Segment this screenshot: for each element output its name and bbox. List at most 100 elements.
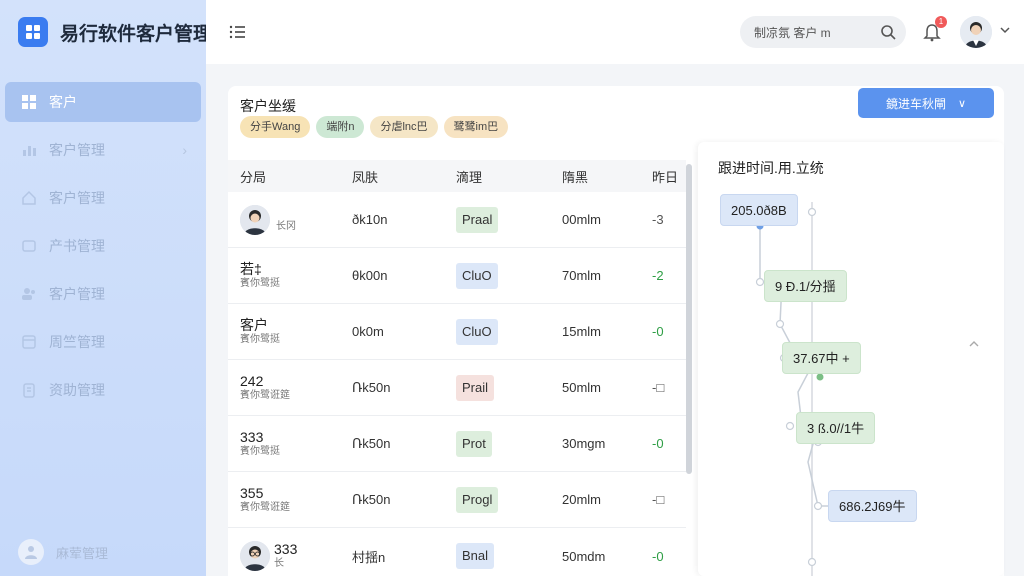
table-cell: Ռk50n <box>352 491 391 507</box>
trend-value: -2 <box>652 268 664 283</box>
sidebar-item-products[interactable]: 产书管理 <box>5 226 201 266</box>
column-header[interactable]: 隋黑 <box>552 167 648 186</box>
timeline-node[interactable]: 37.67中 + <box>782 342 861 374</box>
column-header[interactable]: 滴理 <box>444 167 552 186</box>
chevron-down-icon[interactable] <box>999 24 1011 36</box>
status-badge: CluO <box>456 262 498 289</box>
card-icon <box>22 240 36 252</box>
sidebar-item-funding[interactable]: 资助管理 <box>5 370 201 410</box>
chevron-up-icon[interactable] <box>968 338 980 350</box>
sidebar-item-weekly[interactable]: 周竺管理 <box>5 322 201 362</box>
table-cell: ðk10n <box>352 212 388 227</box>
column-header[interactable]: 分局 <box>228 167 340 186</box>
sidebar-item-customer-management-3[interactable]: 客户管理 <box>5 274 201 314</box>
table-scrollbar[interactable] <box>686 164 692 474</box>
row-subtitle: 賓你鹭诳筵 <box>240 501 290 513</box>
chevron-down-icon: ∨ <box>957 97 967 110</box>
grid-icon <box>22 95 36 109</box>
table-header: 分局 凤肤 滴理 隋黑 昨日 <box>228 160 686 192</box>
filter-tag[interactable]: 端附n <box>316 116 365 138</box>
table-row[interactable]: 333 賓你鹭挺 Ռk50n Prot 30mgm -0 <box>228 416 686 472</box>
row-name: 355 <box>240 484 264 501</box>
table-row[interactable]: 333 长 村揺n Bnal 50mdm -0 <box>228 528 686 576</box>
sidebar-user-label: 麻荤管理 <box>56 545 109 561</box>
sidebar-item-label: 客户 <box>49 94 77 110</box>
window-icon <box>22 335 36 349</box>
status-badge: Bnal <box>456 543 495 569</box>
user-icon <box>18 539 44 565</box>
row-name: 长冈 <box>276 220 296 232</box>
filter-tag[interactable]: 鹭鹭im巴 <box>443 116 509 138</box>
search-input[interactable]: 制凉氛 客户 m <box>740 16 906 48</box>
timeline-node[interactable]: 3 ß.0//1牛 <box>796 412 876 444</box>
sidebar-item-customers[interactable]: 客户 <box>5 82 201 122</box>
timeline-node[interactable]: 9 Ð.1/分揺 <box>764 270 847 302</box>
row-subtitle: 賓你鹭挺 <box>240 445 280 457</box>
table-cell: 15mlm <box>562 324 602 339</box>
sidebar-item-label: 客户管理 <box>49 142 105 158</box>
clipboard-icon <box>23 383 35 398</box>
sidebar-item-label: 产书管理 <box>49 238 105 254</box>
trend-value: -□ <box>652 492 665 507</box>
sidebar-nav: 客户 客户管理 › 客户管理 产书管理 客户管理 周竺管理 资助管理 <box>5 82 201 418</box>
brand: 易行软件客户管理 <box>18 16 212 48</box>
search-icon[interactable] <box>880 24 896 40</box>
filter-tag[interactable]: 分虐lnc巴 <box>370 116 438 138</box>
users-icon <box>22 288 35 300</box>
row-name: 242 <box>240 372 264 389</box>
table-cell: Ռk50n <box>352 435 391 451</box>
top-header: 制凉氛 客户 m 1 <box>206 0 1024 64</box>
action-button-label: 鏡进车秋閘 <box>885 96 946 111</box>
sidebar-item-label: 客户管理 <box>49 286 105 302</box>
sidebar-item-label: 资助管理 <box>49 382 105 398</box>
table-cell: 00mlm <box>562 212 602 227</box>
sidebar-item-label: 客户管理 <box>49 190 105 206</box>
filter-tag[interactable]: 分手Wang <box>240 116 311 138</box>
row-name: 333 <box>274 541 298 557</box>
search-input-text: 制凉氛 客户 m <box>754 25 831 40</box>
status-badge: Prаal <box>456 206 499 233</box>
table-cell: 0k0m <box>352 324 384 339</box>
home-icon <box>22 190 36 205</box>
status-badge: CluO <box>456 318 498 345</box>
filter-tags: 分手Wang 端附n 分虐lnc巴 鹭鹭im巴 <box>240 116 514 138</box>
brand-title: 易行软件客户管理 <box>60 23 213 45</box>
timeline-node[interactable]: 205.0ð8B <box>720 194 798 226</box>
chevron-right-icon: › <box>182 142 187 158</box>
chart-icon <box>23 146 36 156</box>
notification-badge: 1 <box>935 16 947 28</box>
table-row[interactable]: 若‡ 賓你鹭挺 θk00n CluO 70mlm -2 <box>228 248 686 304</box>
column-header[interactable]: 昨日 <box>648 167 686 186</box>
trend-value: -0 <box>652 436 664 451</box>
row-name: 客户 <box>240 316 268 333</box>
sidebar-item-customer-management-2[interactable]: 客户管理 <box>5 178 201 218</box>
table-cell: 50mlm <box>562 380 602 395</box>
row-subtitle: 长 <box>274 558 284 569</box>
trend-value: -0 <box>652 324 664 339</box>
row-subtitle: 賓你鹭挺 <box>240 333 280 345</box>
sidebar: 易行软件客户管理 客户 客户管理 › 客户管理 产书管理 客户管理 周竺管理 资… <box>0 0 212 576</box>
timeline-node[interactable]: 686.2J69牛 <box>828 490 917 522</box>
table-row[interactable]: 长冈 ðk10n Prаal 00mlm -3 <box>228 192 686 248</box>
table-row[interactable]: 355 賓你鹭诳筵 Ռk50n Progl 20mlm -□ <box>228 472 686 528</box>
sidebar-item-customer-management[interactable]: 客户管理 › <box>5 130 201 170</box>
avatar <box>240 541 270 571</box>
row-subtitle: 賓你鹭诳筵 <box>240 389 290 401</box>
trend-value: -0 <box>652 548 664 564</box>
trend-value: -□ <box>652 380 665 395</box>
table-row[interactable]: 客户 賓你鹭挺 0k0m CluO 15mlm -0 <box>228 304 686 360</box>
avatar[interactable] <box>960 16 992 48</box>
row-name: 333 <box>240 428 264 445</box>
table-cell: θk00n <box>352 268 388 283</box>
trend-value: -3 <box>652 212 664 227</box>
column-header[interactable]: 凤肤 <box>340 167 444 186</box>
menu-list-icon[interactable] <box>228 22 248 42</box>
avatar <box>240 204 270 235</box>
table-cell: 70mlm <box>562 268 602 283</box>
sidebar-user[interactable]: 麻荤管理 <box>18 539 108 565</box>
table-cell: 30mgm <box>562 436 606 451</box>
table-cell: 村揺n <box>352 549 386 565</box>
customer-table: 分局 凤肤 滴理 隋黑 昨日 长冈 ðk10n Prаal 00mlm -3 若… <box>228 160 686 576</box>
action-dropdown-button[interactable]: 鏡进车秋閘 ∨ <box>858 88 994 118</box>
table-row[interactable]: 242 賓你鹭诳筵 Ռk50n Prаil 50mlm -□ <box>228 360 686 416</box>
